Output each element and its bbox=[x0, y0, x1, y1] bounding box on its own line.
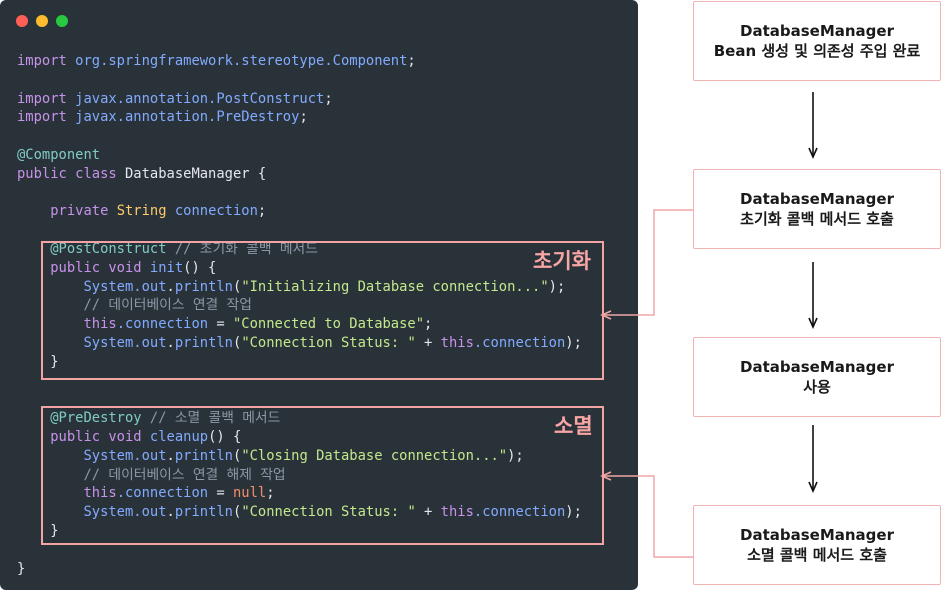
destroy-connector-arrow bbox=[600, 471, 693, 558]
flow-arrows bbox=[600, 92, 818, 558]
init-connector-arrow bbox=[600, 209, 693, 320]
